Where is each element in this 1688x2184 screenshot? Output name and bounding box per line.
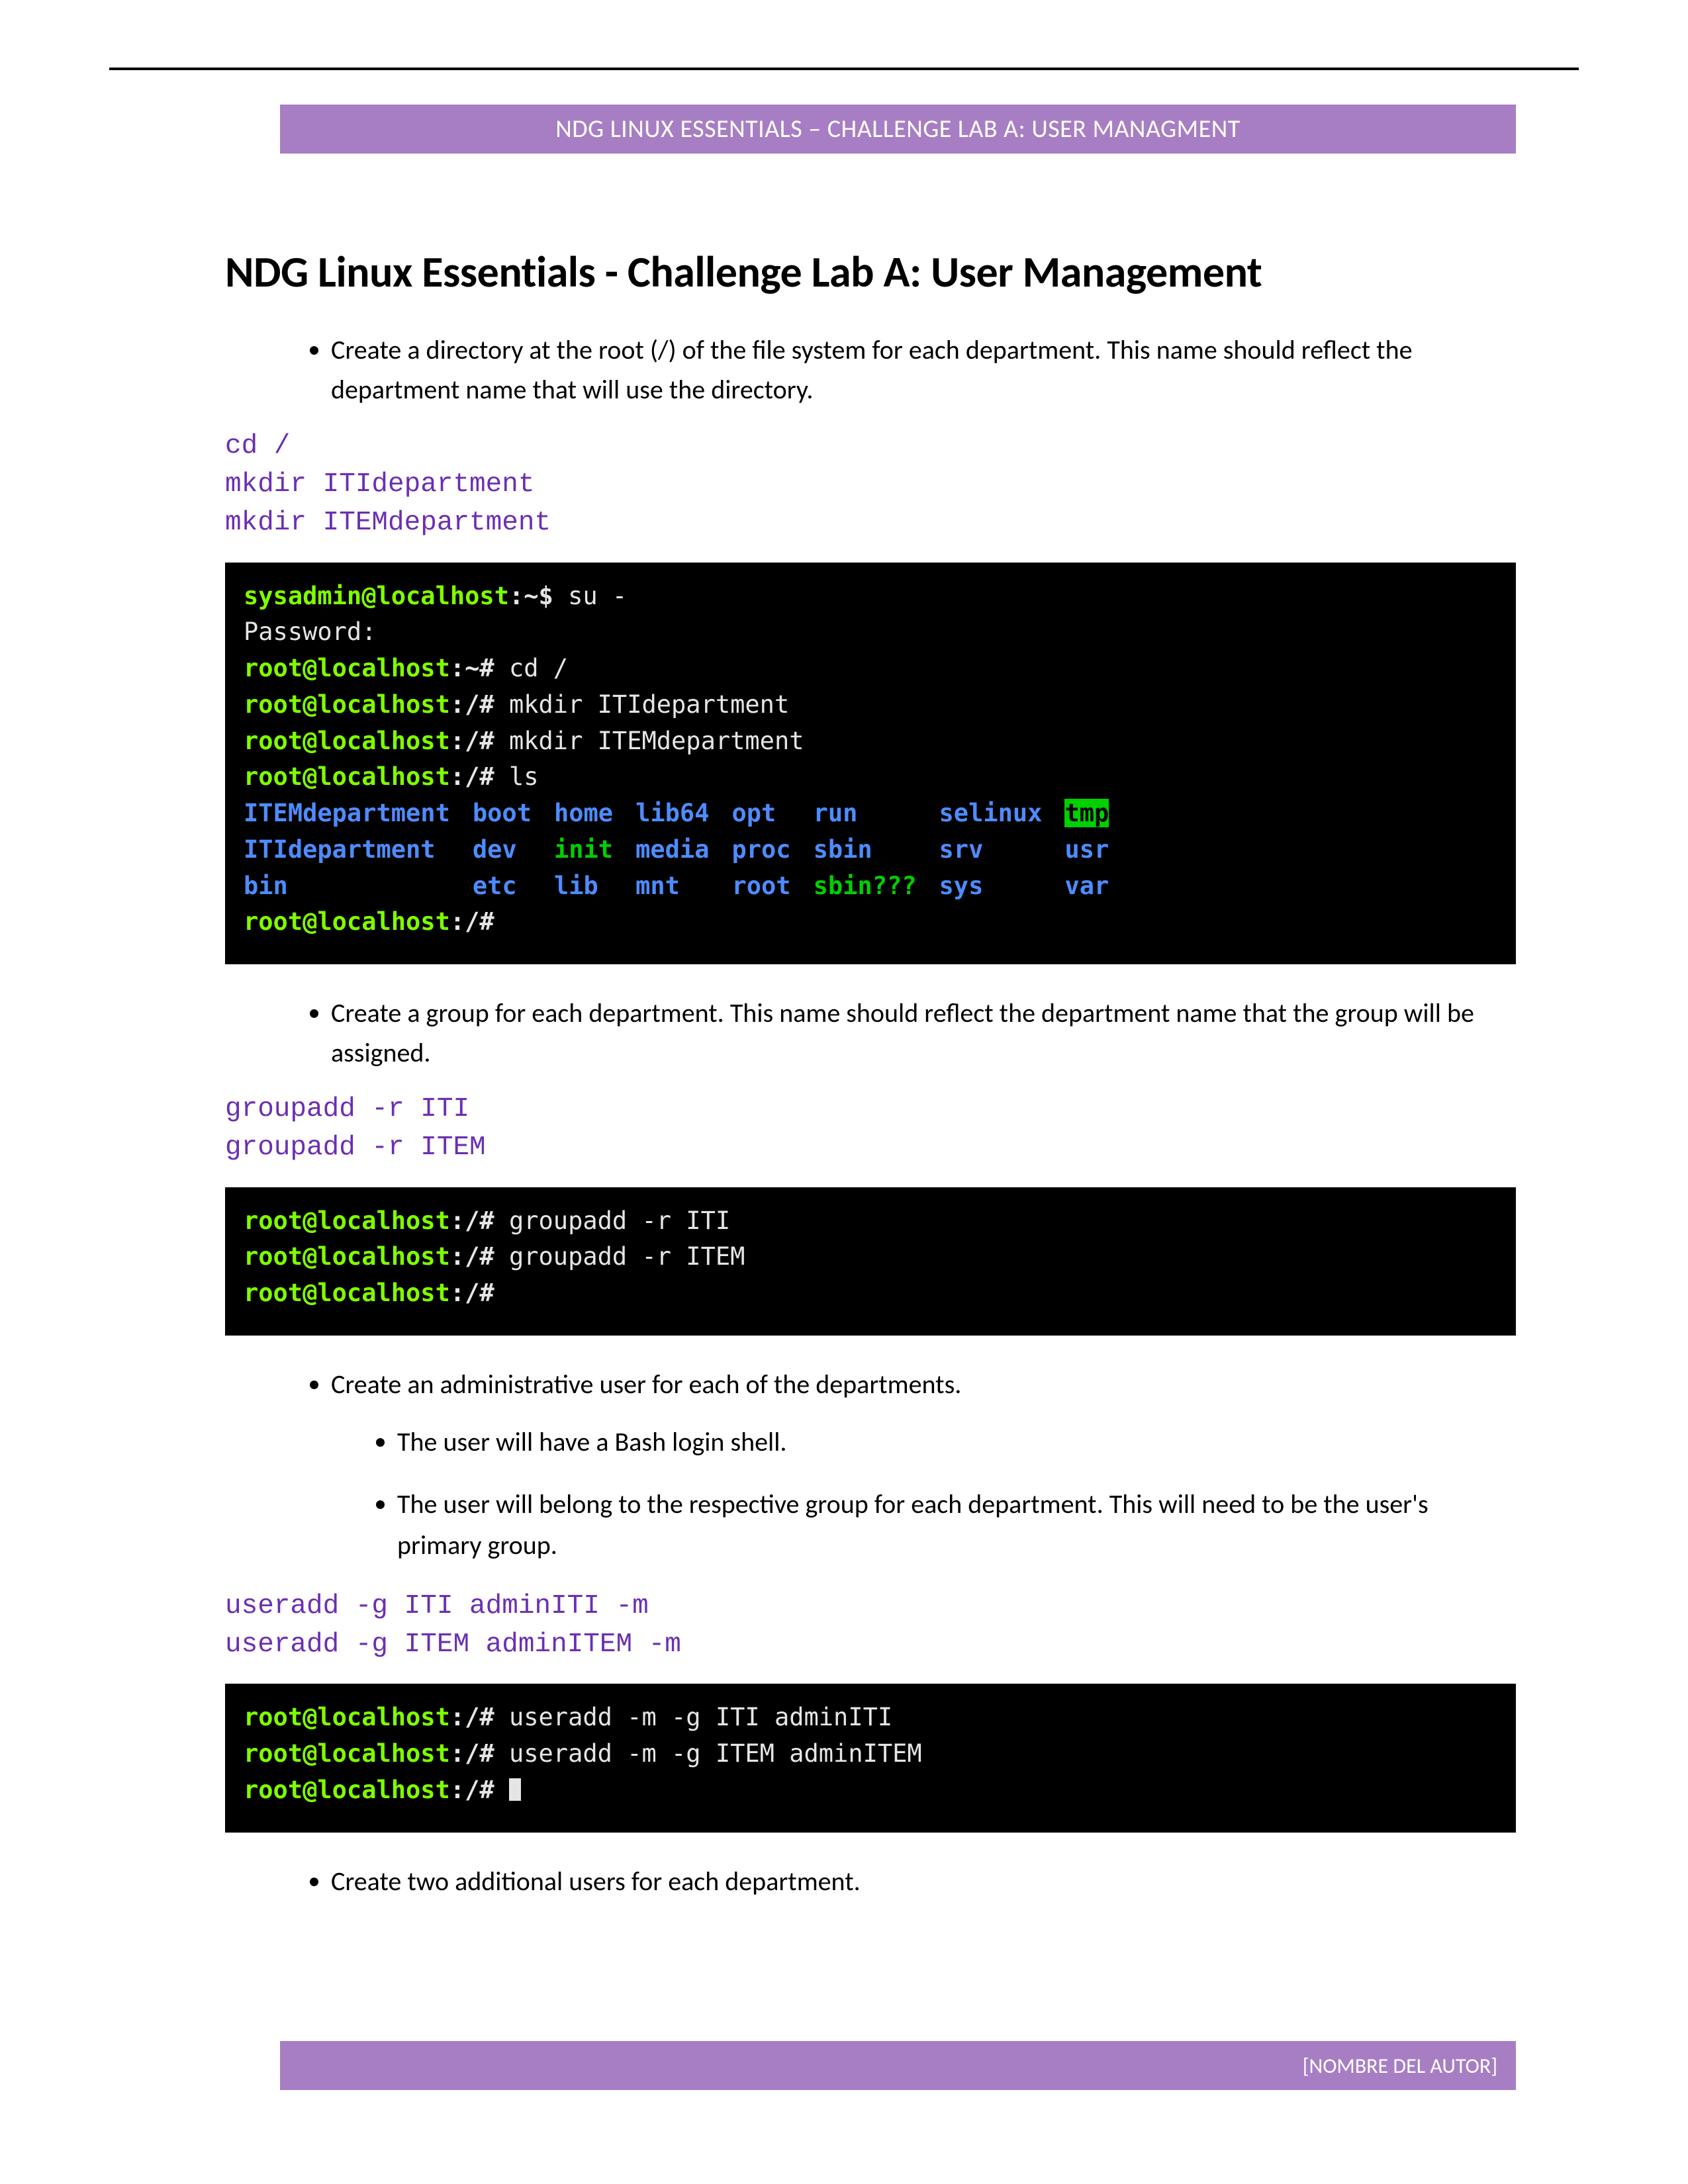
ls-entry: init: [554, 832, 635, 868]
term-cmd: mkdir ITIdepartment: [509, 690, 789, 719]
prompt-suffix: :/#: [450, 727, 509, 755]
term-cmd: mkdir ITEMdepartment: [509, 727, 804, 755]
ls-entry: sbin: [814, 832, 939, 868]
bullet-3: Create an administrative user for each o…: [331, 1365, 1509, 1566]
command-block-2: groupadd -r ITI groupadd -r ITEM: [225, 1090, 1516, 1167]
ls-entry: srv: [939, 832, 1065, 868]
prompt-suffix: :/#: [450, 1242, 509, 1271]
list: Create two additional users for each dep…: [331, 1862, 1509, 1901]
bullet-3a: The user will have a Bash login shell.: [397, 1422, 1509, 1463]
ls-entry: ITIdepartment: [244, 832, 473, 868]
prompt-user: root@localhost: [244, 690, 450, 719]
ls-entry: sbin???: [814, 868, 939, 905]
prompt-user: root@localhost: [244, 1242, 450, 1271]
term-cmd: groupadd -r ITI: [509, 1206, 730, 1235]
cmd-line: useradd -g ITEM adminITEM -m: [225, 1629, 681, 1660]
ls-entry: selinux: [939, 796, 1065, 832]
term-cmd: useradd -m -g ITEM adminITEM: [509, 1739, 922, 1768]
ls-entry: lib: [554, 868, 635, 905]
ls-entry: usr: [1064, 832, 1131, 868]
command-block-1: cd / mkdir ITIdepartment mkdir ITEMdepar…: [225, 427, 1516, 543]
header-text: NDG LINUX ESSENTIALS – CHALLENGE LAB A: …: [555, 114, 1241, 144]
ls-entry: media: [635, 832, 731, 868]
cmd-line: groupadd -r ITI: [225, 1094, 469, 1124]
ls-entry: home: [554, 796, 635, 832]
content: NDG Linux Essentials - Challenge Lab A: …: [225, 245, 1516, 1911]
prompt-user: root@localhost: [244, 1739, 450, 1768]
cmd-line: mkdir ITEMdepartment: [225, 508, 551, 538]
term-output: Password:: [244, 614, 1497, 651]
prompt-suffix: :~$: [509, 582, 568, 610]
prompt-user: root@localhost: [244, 654, 450, 682]
list: Create an administrative user for each o…: [331, 1365, 1509, 1566]
term-cmd: groupadd -r ITEM: [509, 1242, 745, 1271]
term-cmd: useradd -m -g ITI adminITI: [509, 1703, 892, 1731]
term-cmd: su -: [568, 582, 627, 610]
ls-entry: sys: [939, 868, 1065, 905]
terminal-3: root@localhost:/# useradd -m -g ITI admi…: [225, 1684, 1516, 1832]
bullet-2: Create a group for each department. This…: [331, 993, 1509, 1073]
ls-entry: bin: [244, 868, 473, 905]
header-bar: NDG LINUX ESSENTIALS – CHALLENGE LAB A: …: [280, 105, 1516, 154]
ls-entry: root: [731, 868, 813, 905]
prompt-suffix: :~#: [450, 654, 509, 682]
ls-entry: dev: [473, 832, 554, 868]
bullet-4: Create two additional users for each dep…: [331, 1862, 1509, 1901]
prompt-user: root@localhost: [244, 762, 450, 791]
prompt-suffix: :/#: [450, 690, 509, 719]
ls-entry: mnt: [635, 868, 731, 905]
list: Create a directory at the root (/) of th…: [331, 330, 1509, 410]
prompt-suffix: :/#: [450, 1206, 509, 1235]
ls-entry: etc: [473, 868, 554, 905]
ls-entry: tmp: [1064, 796, 1131, 832]
prompt-user: root@localhost: [244, 727, 450, 755]
sublist: The user will have a Bash login shell. T…: [397, 1422, 1509, 1566]
ls-entry: ITEMdepartment: [244, 796, 473, 832]
ls-output: ITEMdepartmentboothomelib64optrunselinux…: [244, 796, 1131, 904]
prompt-suffix: :/#: [450, 1279, 509, 1307]
cmd-line: useradd -g ITI adminITI -m: [225, 1591, 649, 1621]
prompt-user: root@localhost: [244, 1279, 450, 1307]
ls-entry: run: [814, 796, 939, 832]
bullet-3-text: Create an administrative user for each o…: [331, 1368, 961, 1400]
ls-entry: proc: [731, 832, 813, 868]
footer-text: [NOMBRE DEL AUTOR]: [1303, 2053, 1497, 2079]
page: NDG LINUX ESSENTIALS – CHALLENGE LAB A: …: [0, 0, 1688, 2184]
top-rule: [109, 68, 1579, 70]
prompt-suffix: :/#: [450, 762, 509, 791]
cursor-icon: [509, 1778, 521, 1801]
prompt-suffix: :/#: [450, 907, 509, 936]
prompt-user: root@localhost: [244, 1206, 450, 1235]
term-cmd: cd /: [509, 654, 568, 682]
cmd-line: mkdir ITIdepartment: [225, 469, 534, 500]
prompt-suffix: :/#: [450, 1776, 509, 1804]
prompt-user: root@localhost: [244, 907, 450, 936]
ls-entry: lib64: [635, 796, 731, 832]
terminal-2: root@localhost:/# groupadd -r ITIroot@lo…: [225, 1187, 1516, 1336]
footer-bar: [NOMBRE DEL AUTOR]: [280, 2041, 1516, 2090]
page-title: NDG Linux Essentials - Challenge Lab A: …: [225, 245, 1516, 298]
prompt-user: sysadmin@localhost: [244, 582, 509, 610]
prompt-suffix: :/#: [450, 1703, 509, 1731]
term-cmd: ls: [509, 762, 539, 791]
command-block-3: useradd -g ITI adminITI -m useradd -g IT…: [225, 1587, 1516, 1664]
cmd-line: cd /: [225, 431, 290, 461]
ls-entry: boot: [473, 796, 554, 832]
cmd-line: groupadd -r ITEM: [225, 1132, 486, 1163]
ls-entry: var: [1064, 868, 1131, 905]
bullet-3b: The user will belong to the respective g…: [397, 1484, 1509, 1566]
prompt-user: root@localhost: [244, 1776, 450, 1804]
prompt-user: root@localhost: [244, 1703, 450, 1731]
prompt-suffix: :/#: [450, 1739, 509, 1768]
terminal-1: sysadmin@localhost:~$ su - Password: root@…: [225, 563, 1516, 965]
bullet-1: Create a directory at the root (/) of th…: [331, 330, 1509, 410]
ls-entry: opt: [731, 796, 813, 832]
list: Create a group for each department. This…: [331, 993, 1509, 1073]
